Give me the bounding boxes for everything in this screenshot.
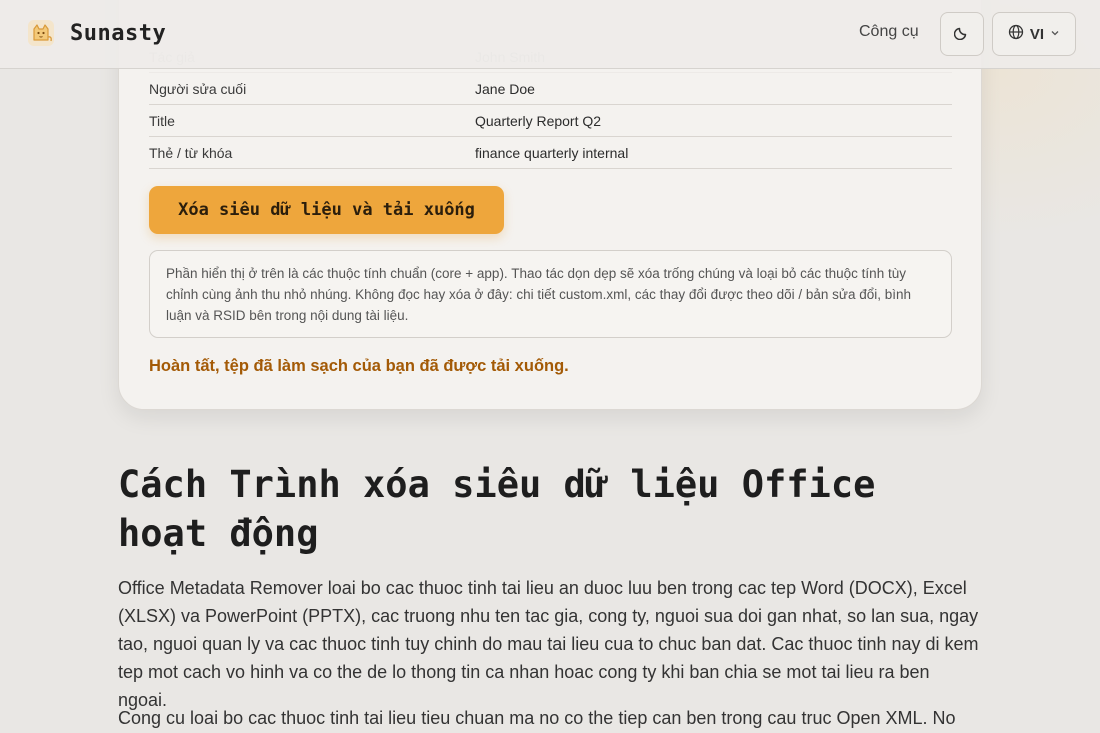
language-label: VI xyxy=(1029,25,1045,43)
property-label: Thẻ / từ khóa xyxy=(149,144,233,161)
property-row: Người sửa cuối Jane Doe xyxy=(149,73,952,105)
nav-tools-link[interactable]: Công cụ xyxy=(859,23,919,41)
article-title: Cách Trình xóa siêu dữ liệu Office hoạt … xyxy=(118,463,876,555)
language-select[interactable]: VI xyxy=(992,12,1076,56)
chevron-down-icon xyxy=(1050,25,1060,43)
property-value: finance quarterly internal xyxy=(475,144,629,161)
property-value: Jane Doe xyxy=(475,80,535,97)
cat-logo-icon xyxy=(26,18,56,48)
property-value: Quarterly Report Q2 xyxy=(475,112,602,129)
article-paragraph: Office Metadata Remover loai bo cac thuo… xyxy=(118,578,979,710)
globe-icon xyxy=(1008,24,1024,45)
success-message: Hoàn tất, tệp đã làm sạch của bạn đã đượ… xyxy=(149,357,569,375)
property-label: Người sửa cuối xyxy=(149,80,247,97)
brand[interactable]: Sunasty xyxy=(26,18,166,48)
info-note: Phần hiển thị ở trên là các thuộc tính c… xyxy=(149,250,952,338)
property-row: Thẻ / từ khóa finance quarterly internal xyxy=(149,137,952,169)
theme-toggle-button[interactable] xyxy=(940,12,984,56)
article-paragraph: Cong cu loai bo cac thuoc tinh tai lieu … xyxy=(118,708,956,728)
property-row: Title Quarterly Report Q2 xyxy=(149,105,952,137)
moon-icon xyxy=(953,24,970,45)
brand-name: Sunasty xyxy=(70,20,167,46)
site-header: Sunasty Công cụ VI xyxy=(0,0,1100,69)
property-label: Title xyxy=(149,112,175,129)
clean-download-button[interactable]: Xóa siêu dữ liệu và tải xuống xyxy=(149,186,504,234)
